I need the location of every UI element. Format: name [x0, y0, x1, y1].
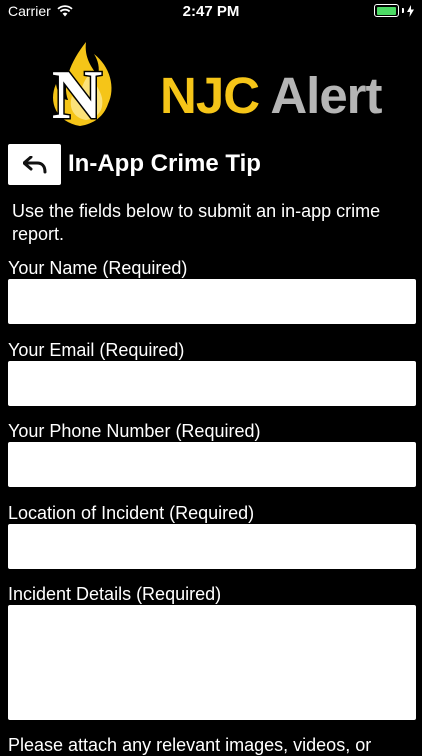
battery-group — [374, 4, 414, 17]
phone-label: Your Phone Number (Required) — [8, 421, 261, 441]
name-label: Your Name (Required) — [8, 258, 188, 278]
details-label: Incident Details (Required) — [8, 584, 222, 604]
logo-product-text: Alert — [270, 67, 382, 124]
phone-input[interactable] — [8, 442, 416, 487]
battery-icon — [374, 4, 399, 17]
back-arrow-icon — [22, 155, 46, 173]
logo-wordmark: NJC Alert — [160, 66, 383, 125]
location-label: Location of Incident (Required) — [8, 503, 255, 523]
emblem-letter: N — [52, 57, 103, 128]
battery-tip — [402, 8, 404, 13]
logo-brand-text: NJC — [160, 67, 260, 124]
battery-level — [376, 6, 396, 15]
status-time: 2:47 PM — [182, 3, 240, 20]
status-bar: Carrier 2:47 PM — [0, 0, 422, 24]
details-textarea[interactable] — [8, 605, 416, 720]
charging-bolt-icon — [407, 4, 414, 17]
email-input[interactable] — [8, 361, 416, 406]
name-input[interactable] — [8, 279, 416, 324]
email-label: Your Email (Required) — [8, 340, 185, 360]
location-input[interactable] — [8, 524, 416, 569]
njc-alert-logo: N NJC Alert — [46, 40, 383, 130]
njc-flame-n-emblem-icon: N — [50, 42, 112, 128]
back-button[interactable] — [8, 144, 61, 185]
page-title: In-App Crime Tip — [68, 150, 261, 177]
attach-instructions: Please attach any relevant images, video… — [8, 735, 372, 755]
intro-text: Use the fields below to submit an in-app… — [12, 201, 381, 244]
